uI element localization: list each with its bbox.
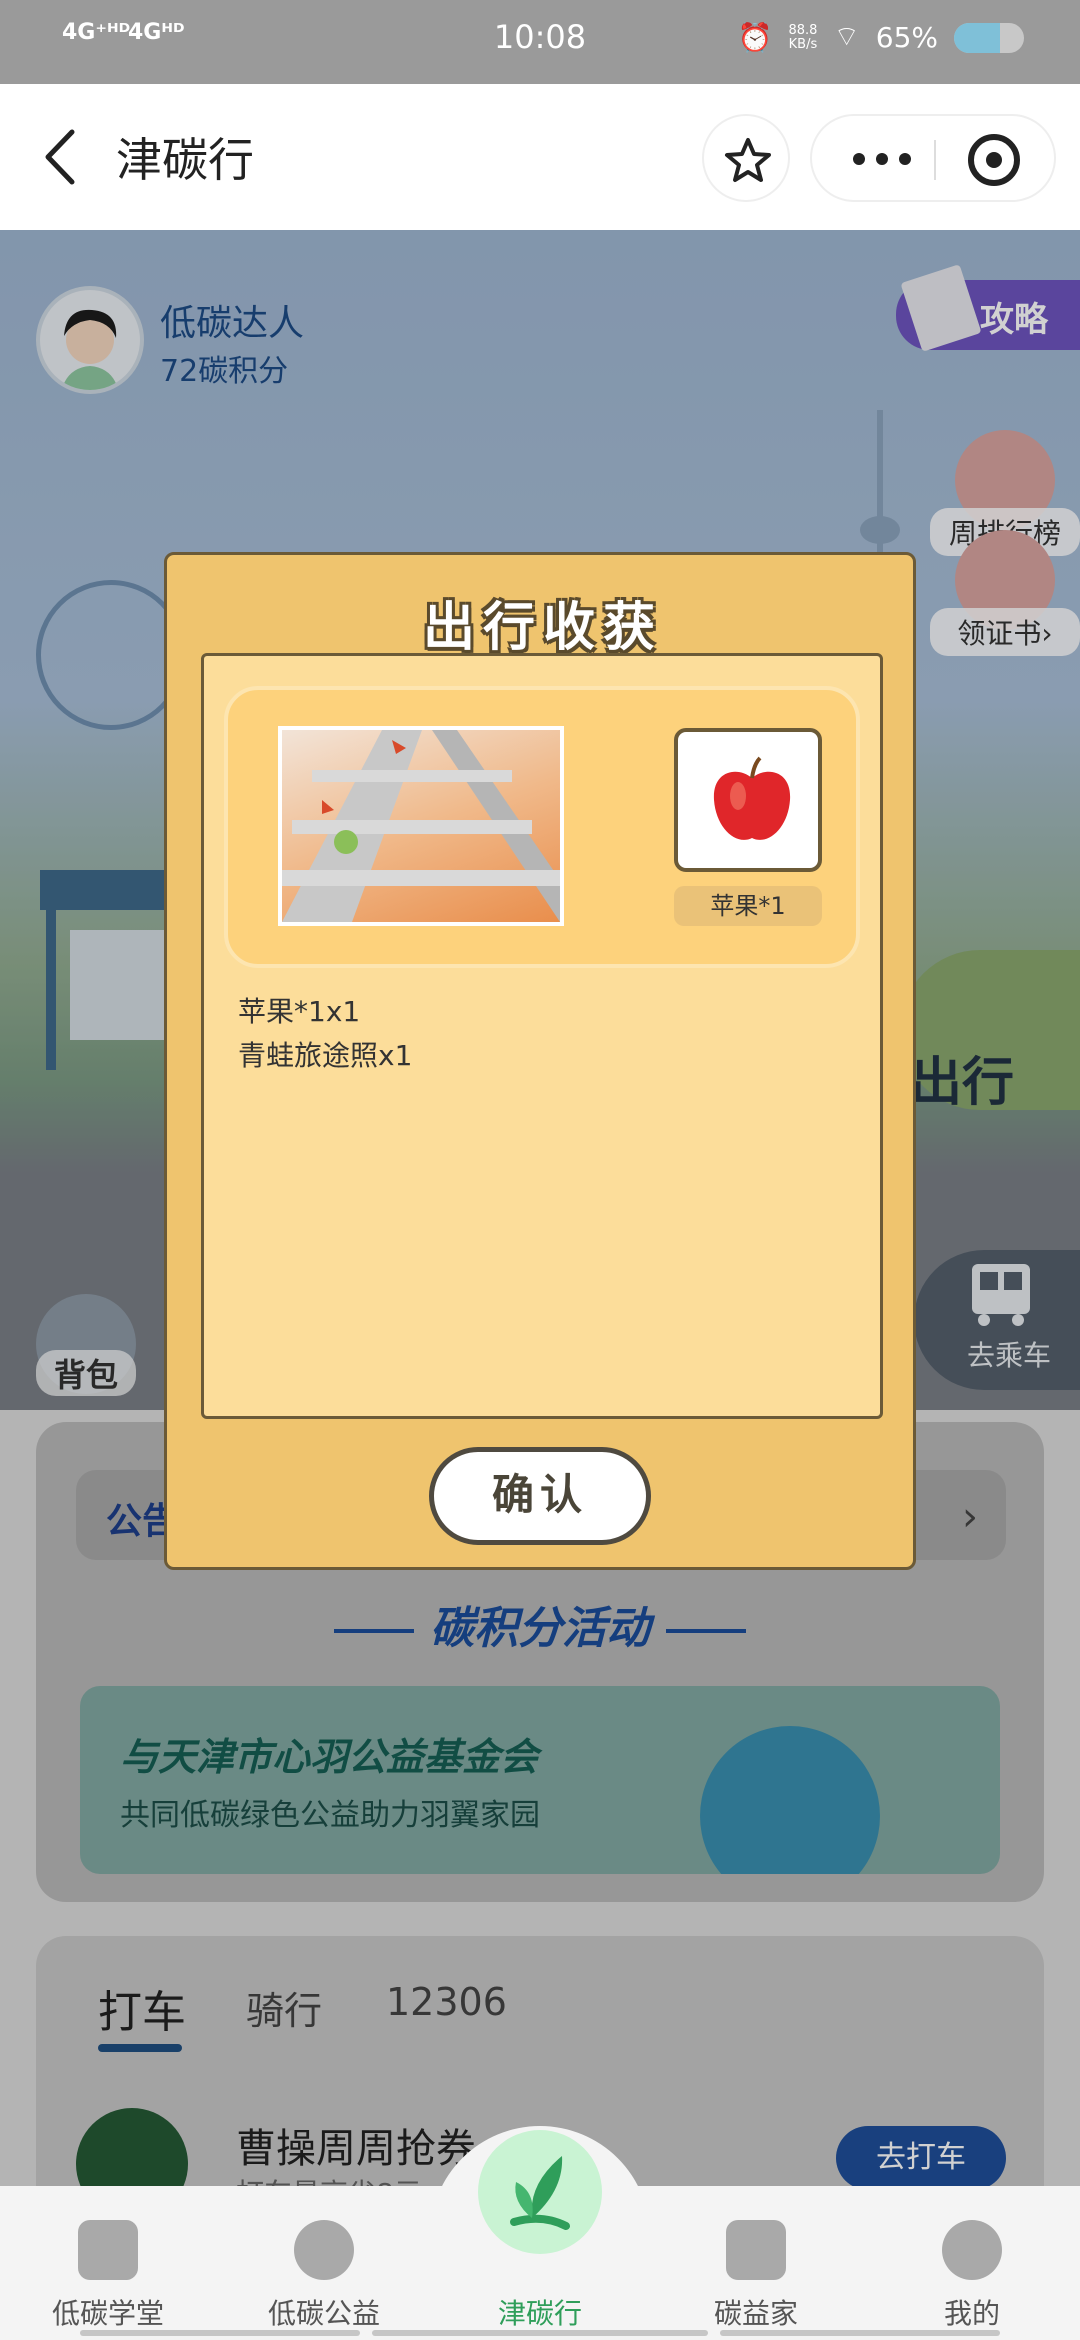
tab-low-carbon-school[interactable]: 低碳学堂	[18, 2220, 198, 2332]
star-icon	[725, 138, 771, 182]
tab-me[interactable]: 我的	[882, 2220, 1062, 2332]
home-indicator	[720, 2330, 1000, 2336]
person-icon	[942, 2220, 1002, 2280]
wifi-icon: ⌔	[833, 20, 860, 53]
confirm-button[interactable]: 确认	[429, 1447, 651, 1545]
home-indicator	[372, 2330, 708, 2336]
reward-line-2: 青蛙旅途照x1	[238, 1039, 413, 1072]
frog-travel-photo	[278, 726, 564, 926]
heart-hand-icon	[294, 2220, 354, 2280]
tab-jintanxing-icon[interactable]	[478, 2130, 602, 2254]
capsule-divider	[934, 140, 936, 180]
battery-percent: 65%	[875, 21, 938, 54]
tab-jintanxing-label[interactable]: 津碳行	[450, 2292, 630, 2332]
battery-icon	[954, 22, 1024, 53]
reward-box: 苹果*1	[224, 686, 860, 968]
store-icon	[726, 2220, 786, 2280]
tab-label: 碳益家	[713, 2297, 798, 2330]
page-title: 津碳行	[116, 133, 254, 187]
alarm-icon: ⏰	[737, 21, 773, 54]
tab-label: 我的	[943, 2297, 1000, 2330]
apple-item-icon	[674, 728, 822, 872]
miniprogram-capsule	[810, 114, 1056, 202]
travel-reward-dialog: 出行收获 苹果*1 苹果*1x1 青蛙旅途照x1 确认	[164, 552, 916, 1570]
dialog-title: 出行收获	[422, 598, 663, 658]
status-bar: 4G⁺ᴴᴰ 4Gᴴᴰ 10:08 ⏰ 88.8 KB/s ⌔ 65%	[0, 0, 1080, 84]
tab-label: 低碳公益	[267, 2297, 380, 2330]
home-indicator	[80, 2330, 360, 2336]
more-icon[interactable]	[852, 152, 912, 166]
tab-low-carbon-charity[interactable]: 低碳公益	[234, 2220, 414, 2332]
net-speed: 88.8 KB/s	[788, 22, 818, 52]
tab-label: 低碳学堂	[51, 2297, 164, 2330]
tab-carbon-home[interactable]: 碳益家	[666, 2220, 846, 2332]
title-bar: 津碳行	[0, 84, 1080, 230]
sprout-icon	[510, 2156, 570, 2230]
book-icon	[78, 2220, 138, 2280]
back-arrow-icon[interactable]	[38, 124, 98, 190]
dialog-content: 苹果*1 苹果*1x1 青蛙旅途照x1	[201, 653, 883, 1419]
favorite-button[interactable]	[702, 114, 790, 202]
reward-line-1: 苹果*1x1	[238, 995, 361, 1028]
close-miniprogram-icon[interactable]	[968, 134, 1020, 186]
apple-item-label: 苹果*1	[674, 886, 822, 926]
